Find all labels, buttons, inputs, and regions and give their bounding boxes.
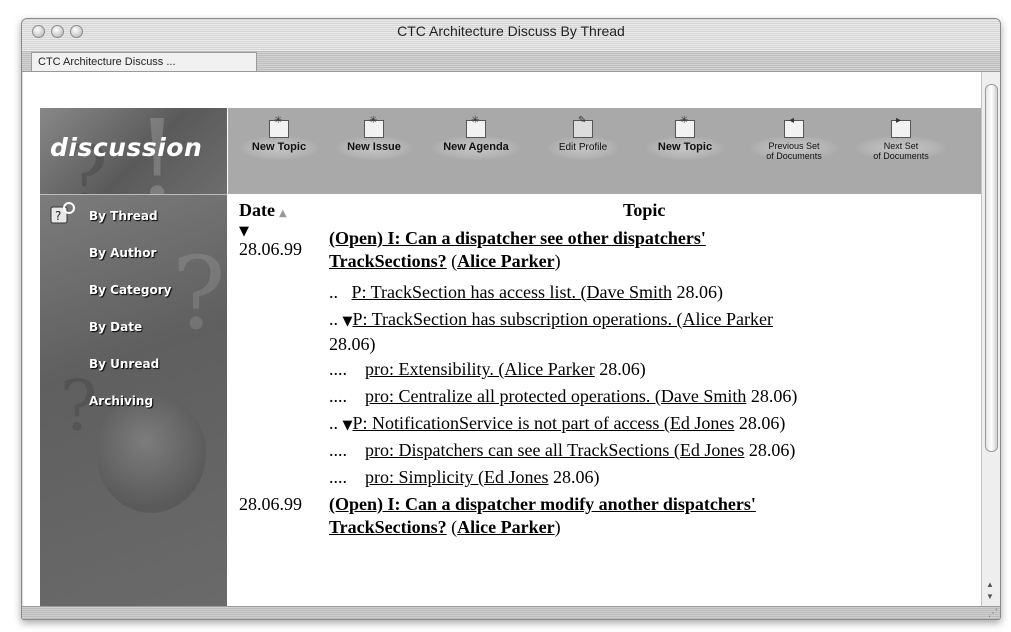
- row-date: 28.06.99: [239, 494, 302, 514]
- reply-link[interactable]: pro: Dispatchers can see all TrackSectio…: [365, 440, 744, 460]
- reply-link[interactable]: P: TrackSection has subscription operati…: [353, 309, 773, 329]
- reply-link[interactable]: P: NotificationService is not part of ac…: [353, 413, 735, 433]
- reply-link[interactable]: pro: Simplicity (Ed Jones: [365, 467, 549, 487]
- new-agenda-button[interactable]: ✳ New Agenda: [431, 115, 521, 166]
- expand-triangle-icon[interactable]: ▼: [343, 314, 353, 329]
- action-toolbar: ✳ New Topic ✳ New Issue ✳ New Agenda ✎ E…: [228, 108, 981, 194]
- author-link[interactable]: Alice Parker: [457, 251, 554, 271]
- new-topic-button[interactable]: ✳ New Topic: [240, 115, 318, 166]
- sidebar-item-by-unread[interactable]: By Unread: [89, 357, 159, 371]
- expand-triangle-icon[interactable]: ▼: [343, 418, 353, 433]
- scrollbar-thumb[interactable]: [985, 84, 998, 452]
- thread-row: ▼ 28.06.99 (Open) I: Can a dispatcher se…: [239, 224, 706, 271]
- topic-link[interactable]: (Open) I: Can a dispatcher modify anothe…: [329, 494, 756, 514]
- sidebar-item-by-category[interactable]: By Category: [89, 283, 172, 297]
- thread-row: .. ▼P: TrackSection has subscription ope…: [329, 309, 773, 354]
- thread-row: .... pro: Extensibility. (Alice Parker 2…: [329, 359, 646, 379]
- new-document-icon: ✳: [675, 115, 695, 138]
- reply-link[interactable]: pro: Centralize all protected operations…: [365, 386, 746, 406]
- discussion-logo: ?! discussion: [40, 108, 227, 194]
- tab-ctc-architecture[interactable]: CTC Architecture Discuss ...: [31, 52, 257, 71]
- reply-link[interactable]: pro: Extensibility. (Alice Parker: [365, 359, 595, 379]
- window-title: CTC Architecture Discuss By Thread: [397, 23, 625, 39]
- new-document-icon: ✳: [364, 115, 384, 138]
- vertical-scrollbar[interactable]: ▲ ▼: [981, 72, 1000, 606]
- edit-profile-icon: ✎: [573, 115, 593, 138]
- question-key-icon: ?: [50, 202, 75, 224]
- expand-triangle-icon[interactable]: ▼: [239, 225, 329, 238]
- sort-ascending-icon: ▲: [278, 208, 287, 219]
- view-sidebar: ?? ? By Thread By Author By Category By …: [40, 194, 227, 606]
- scroll-down-arrow-icon[interactable]: ▼: [986, 592, 994, 601]
- sidebar-item-archiving[interactable]: Archiving: [89, 394, 153, 408]
- new-document-icon: ✳: [466, 115, 486, 138]
- tab-bar: CTC Architecture Discuss ...: [22, 51, 1000, 72]
- topic-column-header[interactable]: Topic: [623, 200, 665, 221]
- thread-row: .... pro: Simplicity (Ed Jones 28.06): [329, 467, 600, 487]
- thread-row: .... pro: Dispatchers can see all TrackS…: [329, 440, 796, 460]
- thread-row: .... pro: Centralize all protected opera…: [329, 386, 798, 406]
- title-bar[interactable]: CTC Architecture Discuss By Thread: [22, 19, 1000, 51]
- resize-grip-icon[interactable]: ⋰: [988, 608, 998, 619]
- topic-link-cont[interactable]: TrackSections?: [329, 251, 447, 271]
- author-link[interactable]: Alice Parker: [457, 517, 554, 537]
- scroll-up-arrow-icon[interactable]: ▲: [986, 580, 994, 589]
- topic-link-cont[interactable]: TrackSections?: [329, 517, 447, 537]
- date-column-header[interactable]: Date ▲: [239, 200, 287, 221]
- logo-text: discussion: [50, 133, 203, 162]
- status-bar: ⋰: [22, 606, 1000, 619]
- thread-row: 28.06.99 (Open) I: Can a dispatcher modi…: [239, 494, 756, 537]
- new-issue-button[interactable]: ✳ New Issue: [336, 115, 412, 166]
- topic-link[interactable]: (Open) I: Can a dispatcher see other dis…: [329, 228, 706, 248]
- previous-set-button[interactable]: ◂ Previous Set of Documents: [750, 115, 838, 166]
- reply-link[interactable]: P: TrackSection has access list. (Dave S…: [352, 282, 672, 302]
- row-date: 28.06.99: [239, 239, 302, 259]
- sidebar-item-by-author[interactable]: By Author: [89, 246, 156, 260]
- previous-set-icon: ◂: [784, 115, 804, 138]
- svg-text:?: ?: [55, 209, 61, 223]
- new-document-icon: ✳: [269, 115, 289, 138]
- edit-profile-button[interactable]: ✎ Edit Profile: [548, 115, 618, 166]
- sidebar-item-by-date[interactable]: By Date: [89, 320, 142, 334]
- sidebar-item-by-thread[interactable]: By Thread: [89, 209, 158, 223]
- thread-row: .. ▼P: NotificationService is not part o…: [329, 413, 786, 433]
- page-content: ?! discussion ✳ New Topic ✳ New Issue ✳ …: [23, 72, 981, 606]
- next-set-icon: ▸: [891, 115, 911, 138]
- thread-row: .. P: TrackSection has access list. (Dav…: [329, 282, 723, 302]
- new-topic-button-2[interactable]: ✳ New Topic: [646, 115, 724, 166]
- browser-window: CTC Architecture Discuss By Thread CTC A…: [21, 18, 1001, 620]
- next-set-button[interactable]: ▸ Next Set of Documents: [856, 115, 946, 166]
